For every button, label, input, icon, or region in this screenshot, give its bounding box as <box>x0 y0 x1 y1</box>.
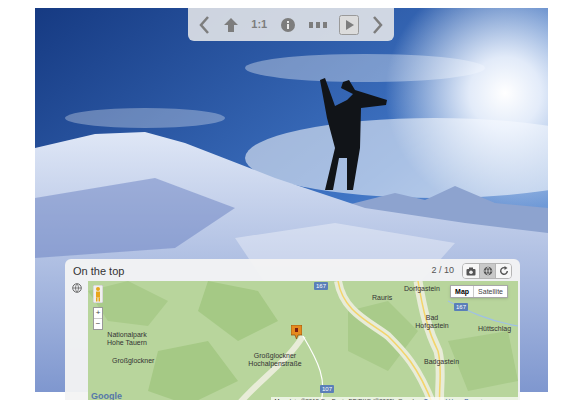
view-mode-button[interactable] <box>479 264 495 278</box>
report-link[interactable]: Report a map error <box>464 397 515 400</box>
panel-body: Rauris Dorfgastein Bad Hofgastein Hüttschla… <box>65 281 520 400</box>
map-place-label: Großglockner <box>112 357 154 365</box>
road-shield: 167 <box>454 303 468 311</box>
view-mode-button[interactable] <box>495 264 511 278</box>
map-type-control: Map Satellite <box>450 285 508 298</box>
previous-icon[interactable] <box>198 15 210 35</box>
toolbar: 1:1 <box>188 8 394 41</box>
map-terrain <box>88 281 518 400</box>
next-icon[interactable] <box>372 15 384 35</box>
map-place-label: Dorfgastein <box>404 285 440 293</box>
map-attribution: Map data ©2012 GeoBasis-DE/BKG (©2009), … <box>271 397 518 400</box>
map[interactable]: Rauris Dorfgastein Bad Hofgastein Hüttschla… <box>88 281 518 400</box>
map-place-label: Nationalpark Hohe Tauern <box>104 331 150 347</box>
map-type-label[interactable]: Satellite <box>478 288 503 295</box>
viewer: 1:1 On the top 2 / 10 <box>0 8 583 400</box>
zoom-in-button[interactable]: + <box>94 308 102 318</box>
terms-link[interactable]: Terms of Use <box>424 397 459 400</box>
attribution-text: Map data ©2012 GeoBasis-DE/BKG (©2009), … <box>274 397 421 400</box>
map-label-layer: Rauris Dorfgastein Bad Hofgastein Hüttschla… <box>88 281 518 400</box>
panel-side <box>65 281 88 400</box>
thumbnails-icon[interactable] <box>309 20 327 30</box>
info-icon[interactable] <box>280 17 296 33</box>
map-type-button[interactable]: Map <box>451 286 473 297</box>
view-mode-button[interactable] <box>463 264 479 278</box>
google-logo: Google <box>91 390 122 400</box>
camera-icon <box>466 267 476 276</box>
map-place-label: Hüttschlag <box>478 325 511 333</box>
zoom-control: + − <box>93 307 103 330</box>
refresh-icon <box>499 266 509 276</box>
actual-size-button[interactable]: 1:1 <box>251 16 267 33</box>
photo-counter: 2 / 10 <box>431 264 454 278</box>
pegman-icon[interactable] <box>93 285 103 303</box>
map-type-label[interactable]: Map <box>455 288 469 295</box>
info-panel: On the top 2 / 10 <box>65 259 520 400</box>
road-shield: 107 <box>320 385 334 393</box>
road-shield: 167 <box>314 282 328 290</box>
photo-title: On the top <box>73 263 124 280</box>
map-place-label: Badgastein <box>424 358 459 366</box>
globe-icon <box>483 266 493 276</box>
map-place-label: Rauris <box>372 294 392 302</box>
map-type-button[interactable]: Satellite <box>473 286 507 297</box>
zoom-out-button[interactable]: − <box>94 318 102 329</box>
map-place-label: Großglockner Hochalpenstraße <box>248 352 302 368</box>
map-pin-icon[interactable] <box>291 325 302 339</box>
map-place-label: Bad Hofgastein <box>414 314 450 330</box>
panel-header: On the top 2 / 10 <box>65 259 520 281</box>
globe-icon[interactable] <box>72 283 82 293</box>
play-icon[interactable] <box>339 15 359 35</box>
up-arrow-icon[interactable] <box>223 17 239 33</box>
view-mode-group <box>462 263 512 279</box>
